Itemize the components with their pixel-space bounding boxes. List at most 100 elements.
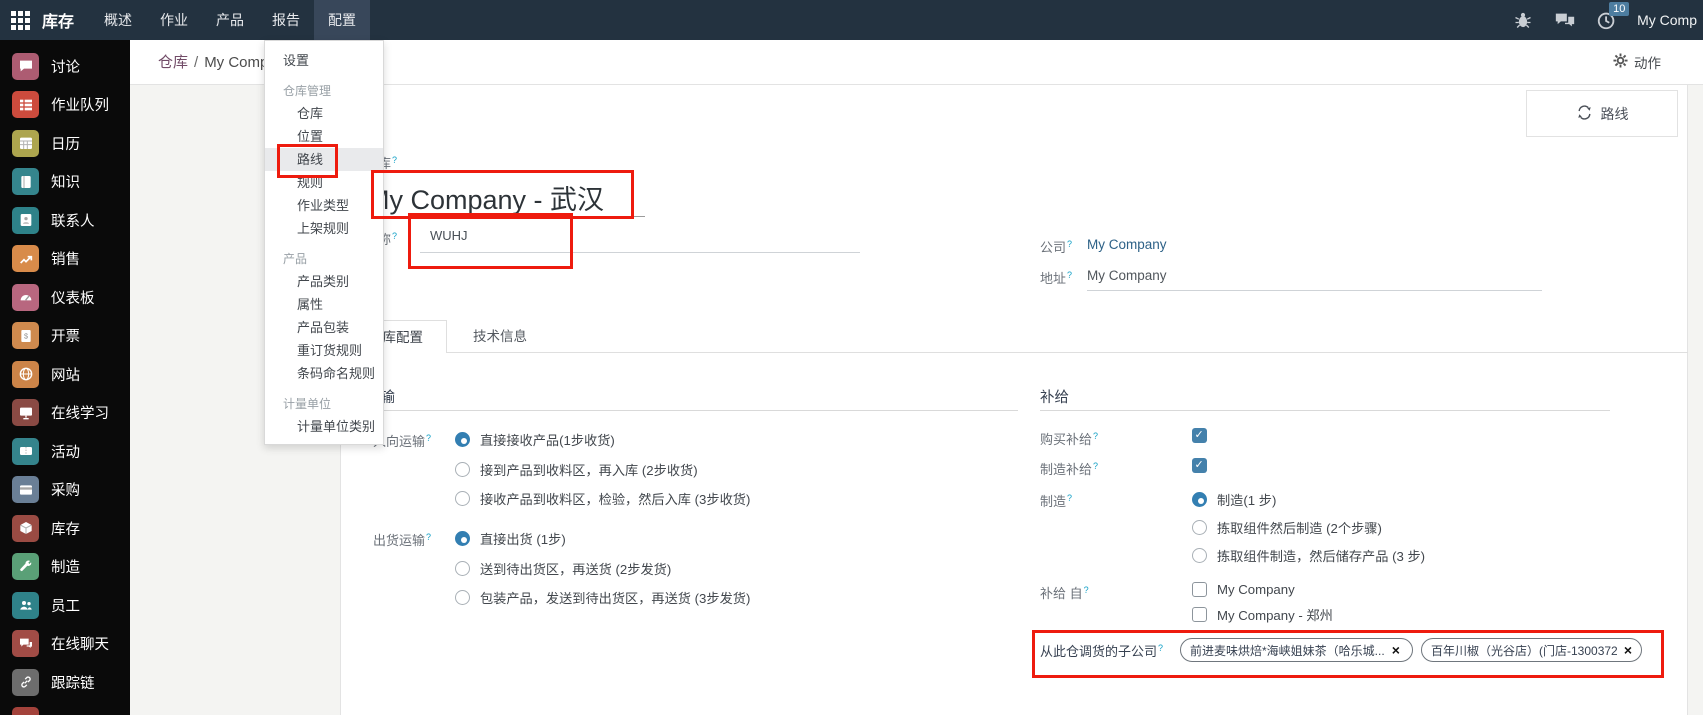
purchase-card-icon	[12, 476, 39, 503]
buy-to-resupply-checkbox[interactable]	[1192, 428, 1207, 443]
breadcrumb-warehouses-link[interactable]: 仓库	[158, 54, 188, 71]
help-question-mark: ?	[392, 231, 397, 241]
tab-strip-border	[340, 352, 1688, 353]
help-question-mark: ?	[1093, 461, 1098, 471]
sidebar-item-partial[interactable]	[0, 702, 130, 715]
menu-item-warehouses[interactable]: 仓库	[265, 102, 383, 125]
subsidiary-tag-1[interactable]: 前进麦味烘焙*海峡姐妹茶（哈乐城... ×	[1180, 638, 1413, 662]
menu-item-attributes[interactable]: 属性	[265, 293, 383, 316]
checkbox-unchecked[interactable]	[1192, 607, 1207, 622]
invoice-document-icon: $	[12, 322, 39, 349]
routes-smart-button[interactable]: 路线	[1526, 90, 1678, 137]
remove-tag-icon[interactable]: ×	[1392, 643, 1400, 657]
sidebar-item-employees[interactable]: 员工	[0, 586, 130, 625]
checkbox-checked[interactable]	[1192, 458, 1207, 473]
radio-unselected[interactable]	[1192, 520, 1207, 535]
tab-technical-information[interactable]: 技术信息	[460, 320, 540, 353]
menu-item-routes[interactable]: 路线	[265, 148, 383, 171]
sidebar-item-calendar[interactable]: 日历	[0, 124, 130, 163]
sidebar-item-events[interactable]: 活动	[0, 432, 130, 471]
presentation-screen-icon	[12, 399, 39, 426]
manufacture-option-one-step[interactable]: 制造(1 步)	[1192, 490, 1276, 509]
outgoing-option-three-steps[interactable]: 包装产品，发送到待出货区，再送货 (3步发货)	[455, 588, 750, 607]
activities-clock-icon[interactable]: 10	[1595, 8, 1619, 32]
chain-link-icon	[12, 669, 39, 696]
menu-item-product-packagings[interactable]: 产品包装	[265, 316, 383, 339]
outgoing-option-one-step[interactable]: 直接出货 (1步)	[455, 529, 566, 548]
top-navbar: 库存 概述 作业 产品 报告 配置 10 My Comp	[0, 0, 1703, 40]
remove-tag-icon[interactable]: ×	[1624, 643, 1632, 657]
company-label: 公司?	[1040, 237, 1072, 256]
company-value[interactable]: My Company	[1087, 237, 1167, 252]
resupply-from-label: 补给 自?	[1040, 583, 1089, 602]
radio-selected[interactable]	[455, 531, 470, 546]
resupply-section-title: 补给	[1040, 386, 1069, 407]
incoming-option-two-steps[interactable]: 接到产品到收料区，再入库 (2步收货)	[455, 460, 698, 479]
warehouse-name-underline	[365, 216, 645, 217]
sidebar-item-discuss[interactable]: 讨论	[0, 47, 130, 86]
sidebar-item-invoicing[interactable]: $ 开票	[0, 317, 130, 356]
incoming-option-one-step[interactable]: 直接接收产品(1步收货)	[455, 430, 615, 449]
sidebar-item-livechat[interactable]: 在线聊天	[0, 625, 130, 664]
address-value[interactable]: My Company	[1087, 268, 1167, 283]
menu-item-barcode-nomenclatures[interactable]: 条码命名规则	[265, 362, 383, 385]
short-name-underline	[420, 252, 860, 253]
messages-icon[interactable]	[1553, 8, 1577, 32]
incoming-option-three-steps[interactable]: 接收产品到收料区，检验，然后入库 (3步收货)	[455, 489, 750, 508]
action-menu-button[interactable]: 动作	[1613, 52, 1661, 72]
menu-overview[interactable]: 概述	[90, 0, 146, 40]
manufacture-to-resupply-checkbox[interactable]	[1192, 458, 1207, 473]
menu-item-locations[interactable]: 位置	[265, 125, 383, 148]
checkbox-checked[interactable]	[1192, 428, 1207, 443]
subsidiary-tag-2[interactable]: 百年川椒（光谷店）(门店-1300372... ×	[1421, 638, 1642, 662]
radio-unselected[interactable]	[455, 590, 470, 605]
outgoing-shipments-label: 出货运输?	[373, 530, 431, 549]
menu-operations[interactable]: 作业	[146, 0, 202, 40]
menu-configuration[interactable]: 配置	[314, 0, 370, 40]
sidebar-item-purchase[interactable]: 采购	[0, 471, 130, 510]
resupply-from-my-company[interactable]: My Company	[1192, 582, 1295, 597]
radio-unselected[interactable]	[455, 462, 470, 477]
bug-icon[interactable]	[1511, 8, 1535, 32]
help-question-mark: ?	[392, 155, 397, 165]
radio-unselected[interactable]	[455, 561, 470, 576]
radio-unselected[interactable]	[1192, 548, 1207, 563]
menu-reporting[interactable]: 报告	[258, 0, 314, 40]
sidebar-item-website[interactable]: 网站	[0, 355, 130, 394]
radio-unselected[interactable]	[455, 491, 470, 506]
app-name[interactable]: 库存	[40, 8, 90, 32]
menu-item-putaway-rules[interactable]: 上架规则	[265, 217, 383, 240]
sidebar-item-manufacturing[interactable]: 制造	[0, 548, 130, 587]
menu-item-product-categories[interactable]: 产品类别	[265, 270, 383, 293]
user-menu[interactable]: My Comp	[1637, 12, 1697, 28]
sidebar-item-knowledge[interactable]: 知识	[0, 163, 130, 202]
outgoing-option-two-steps[interactable]: 送到待出货区，再送货 (2步发货)	[455, 559, 671, 578]
manufacture-option-three-steps[interactable]: 拣取组件制造，然后储存产品 (3 步)	[1192, 546, 1425, 565]
menu-item-operation-types[interactable]: 作业类型	[265, 194, 383, 217]
short-name-input[interactable]: WUHJ	[430, 228, 468, 243]
menu-products[interactable]: 产品	[202, 0, 258, 40]
sales-chart-icon	[12, 245, 39, 272]
menu-item-reordering-rules[interactable]: 重订货规则	[265, 339, 383, 362]
sidebar-item-task-queue[interactable]: 作业队列	[0, 86, 130, 125]
menu-item-settings[interactable]: 设置	[265, 49, 383, 72]
warehouse-name-input[interactable]: My Company - 武汉	[367, 178, 604, 217]
apps-grid-icon[interactable]	[0, 0, 40, 40]
checkbox-unchecked[interactable]	[1192, 582, 1207, 597]
sidebar-item-link-tracker[interactable]: 跟踪链	[0, 663, 130, 702]
sidebar-item-inventory[interactable]: 库存	[0, 509, 130, 548]
radio-selected[interactable]	[455, 432, 470, 447]
apps-sidebar: 讨论 作业队列 日历 知识 联系人 销售 仪表板 $ 开票	[0, 40, 130, 715]
resupply-from-my-company-zhengzhou[interactable]: My Company - 郑州	[1192, 605, 1333, 624]
task-list-icon	[12, 91, 39, 118]
radio-selected[interactable]	[1192, 492, 1207, 507]
manufacture-option-two-steps[interactable]: 拣取组件然后制造 (2个步骤)	[1192, 518, 1382, 537]
sidebar-item-contacts[interactable]: 联系人	[0, 201, 130, 240]
sidebar-item-dashboards[interactable]: 仪表板	[0, 278, 130, 317]
sidebar-item-sales[interactable]: 销售	[0, 240, 130, 279]
menu-item-uom-categories[interactable]: 计量单位类别	[265, 415, 383, 438]
menu-item-rules[interactable]: 规则	[265, 171, 383, 194]
menu-header-warehouse-management: 仓库管理	[265, 80, 383, 102]
sidebar-item-elearning[interactable]: 在线学习	[0, 394, 130, 433]
activities-count-badge: 10	[1609, 2, 1629, 16]
